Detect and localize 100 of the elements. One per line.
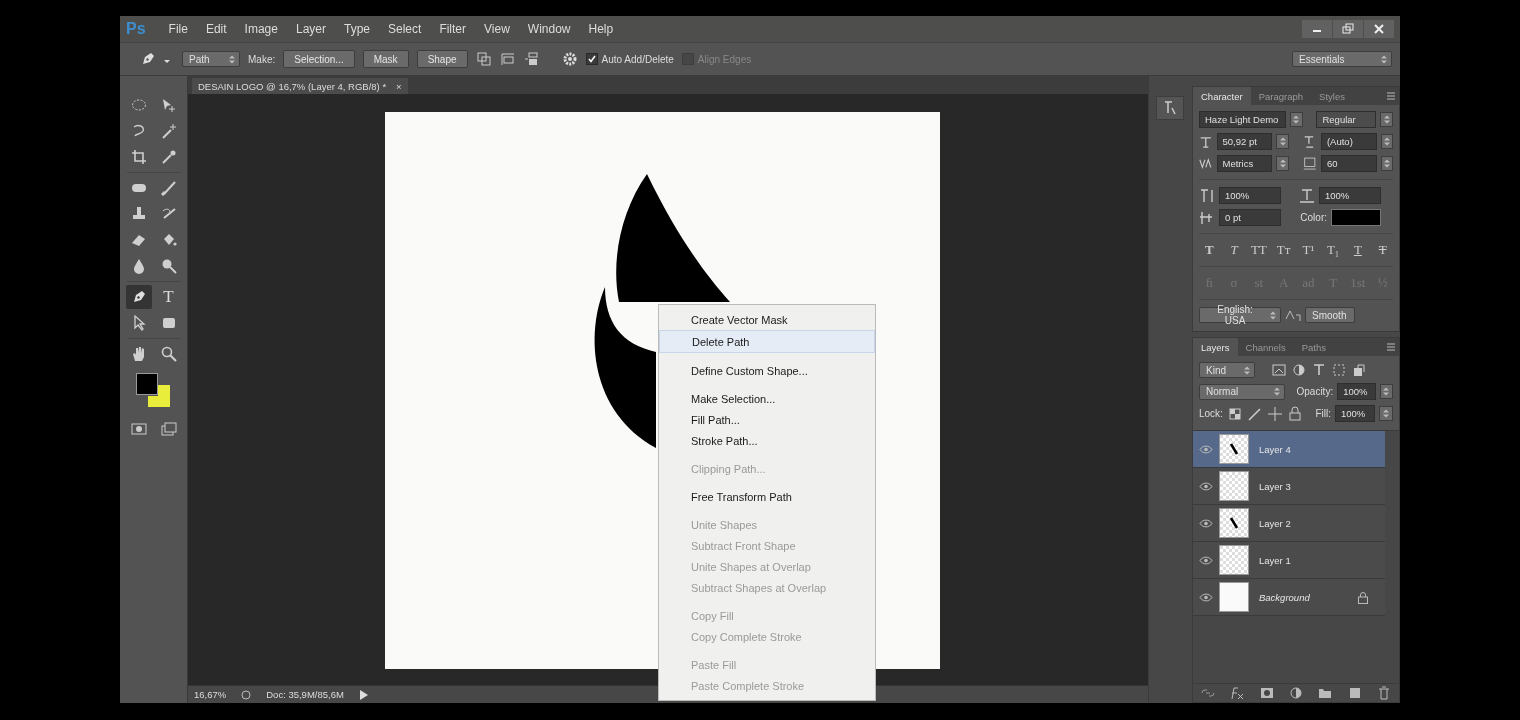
menu-item[interactable]: Image bbox=[235, 22, 287, 36]
zoom-level[interactable]: 16,67% bbox=[194, 689, 227, 700]
dropdown-button[interactable] bbox=[1276, 156, 1289, 171]
vertical-scale-icon[interactable] bbox=[1199, 187, 1215, 204]
menu-item[interactable]: Help bbox=[579, 22, 623, 36]
auto-add-delete-checkbox[interactable]: Auto Add/Delete bbox=[585, 53, 674, 65]
background-color-swatch[interactable] bbox=[147, 385, 170, 407]
mask-icon[interactable] bbox=[1258, 685, 1275, 701]
dropdown-button[interactable] bbox=[1380, 156, 1393, 171]
baseline-shift-field[interactable]: 0 pt bbox=[1219, 209, 1281, 226]
tracking-field[interactable]: 60 bbox=[1320, 155, 1377, 172]
menu-item[interactable]: Define Custom Shape... bbox=[659, 360, 875, 381]
mode-dropdown[interactable]: Path bbox=[182, 51, 240, 67]
italic-button[interactable]: T bbox=[1223, 241, 1245, 259]
subscript-button[interactable]: T₁ bbox=[1322, 241, 1344, 259]
minimize-button[interactable] bbox=[1302, 20, 1332, 38]
lock-brush-icon[interactable] bbox=[1246, 405, 1263, 422]
path-arrangement-icon[interactable] bbox=[523, 51, 540, 67]
play-icon[interactable] bbox=[357, 688, 370, 701]
menu-item[interactable]: Stroke Path... bbox=[659, 430, 875, 451]
horizontal-scale-field[interactable]: 100% bbox=[1319, 187, 1381, 204]
menu-item[interactable]: Type bbox=[335, 22, 379, 36]
horizontal-scale-icon[interactable] bbox=[1299, 187, 1315, 204]
tab-close[interactable]: × bbox=[396, 80, 402, 92]
menu-item[interactable]: Make Selection... bbox=[659, 388, 875, 409]
strikethrough-button[interactable]: T bbox=[1372, 241, 1393, 259]
adjustment-filter-icon[interactable] bbox=[1291, 362, 1307, 378]
menu-item[interactable]: Window bbox=[518, 22, 580, 36]
caps-button[interactable]: TT bbox=[1248, 241, 1270, 259]
dropdown-button[interactable] bbox=[1380, 112, 1393, 127]
menu-item[interactable]: Filter bbox=[430, 22, 476, 36]
menu-item[interactable]: Select bbox=[379, 22, 431, 36]
caret-icon[interactable] bbox=[164, 59, 170, 63]
eye-icon[interactable] bbox=[1199, 444, 1213, 454]
filter-dropdown[interactable]: Kind bbox=[1199, 362, 1255, 378]
make-button[interactable]: Selection... bbox=[283, 50, 355, 68]
layer-row[interactable]: Background bbox=[1193, 579, 1385, 616]
anti-aliasing-dropdown[interactable]: Smooth bbox=[1305, 307, 1355, 323]
gear-icon[interactable] bbox=[561, 51, 578, 67]
eye-icon[interactable] bbox=[1199, 518, 1213, 528]
eye-icon[interactable] bbox=[1199, 555, 1213, 565]
make-button[interactable]: Shape bbox=[416, 50, 468, 68]
restore-button[interactable] bbox=[1333, 20, 1363, 38]
eye-icon[interactable] bbox=[1199, 481, 1213, 491]
lock-transparency-icon[interactable] bbox=[1226, 405, 1243, 422]
opacity-field[interactable]: 100% bbox=[1337, 383, 1376, 400]
panel-tab[interactable]: Character bbox=[1193, 87, 1251, 105]
dropdown-button[interactable] bbox=[1290, 112, 1303, 127]
restore-icon[interactable] bbox=[1341, 22, 1355, 36]
menu-item[interactable]: File bbox=[159, 22, 197, 36]
dropdown-button[interactable] bbox=[1379, 384, 1393, 399]
panel-tab[interactable]: Paragraph bbox=[1250, 87, 1312, 105]
lock-icon[interactable] bbox=[1286, 405, 1303, 422]
panel-tab[interactable]: Styles bbox=[1311, 87, 1353, 105]
path-operations-icon[interactable] bbox=[475, 51, 492, 67]
menu-item[interactable]: Delete Path bbox=[659, 330, 875, 353]
panel-tab[interactable]: Layers bbox=[1193, 338, 1238, 356]
baseline-shift-icon[interactable] bbox=[1199, 209, 1215, 226]
menu-item[interactable]: Edit bbox=[196, 22, 236, 36]
menu-item[interactable]: Layer bbox=[286, 22, 335, 36]
underline-button[interactable]: T bbox=[1347, 241, 1369, 259]
dropdown-button[interactable] bbox=[1276, 134, 1289, 149]
leading-field[interactable]: (Auto) bbox=[1320, 133, 1377, 150]
layer-row[interactable]: Layer 3 bbox=[1193, 468, 1385, 505]
eye-icon[interactable] bbox=[1199, 592, 1213, 602]
type-tool[interactable]: T bbox=[155, 285, 182, 309]
layer-row[interactable]: Layer 4 bbox=[1193, 431, 1385, 468]
tracking-icon[interactable] bbox=[1303, 155, 1317, 172]
font-size-field[interactable]: 50,92 pt bbox=[1216, 133, 1273, 150]
make-button[interactable]: Mask bbox=[362, 50, 409, 68]
text-color-swatch[interactable] bbox=[1331, 209, 1381, 226]
close-icon[interactable] bbox=[1372, 22, 1386, 36]
panel-menu-icon[interactable] bbox=[1387, 342, 1395, 351]
language-dropdown[interactable]: English: USA bbox=[1199, 307, 1281, 323]
bold-button[interactable]: T bbox=[1199, 241, 1220, 259]
workspace-dropdown[interactable]: Essentials bbox=[1292, 51, 1392, 67]
dropdown-button[interactable] bbox=[1379, 406, 1393, 421]
panel-menu-icon[interactable] bbox=[1387, 91, 1395, 100]
adjustment-icon[interactable] bbox=[1287, 685, 1304, 701]
smart-object-filter-icon[interactable] bbox=[1351, 362, 1367, 378]
kerning-icon[interactable] bbox=[1199, 155, 1213, 172]
blend-mode-dropdown[interactable]: Normal bbox=[1199, 383, 1285, 400]
menu-item[interactable]: View bbox=[475, 22, 519, 36]
font-family-field[interactable]: Haze Light Demo bbox=[1199, 111, 1286, 128]
menu-item[interactable]: Fill Path... bbox=[659, 409, 875, 430]
menu-item[interactable]: Free Transform Path bbox=[659, 486, 875, 507]
panel-toggle-button[interactable] bbox=[1155, 96, 1184, 120]
kerning-field[interactable]: Metrics bbox=[1216, 155, 1273, 172]
layer-row[interactable]: Layer 2 bbox=[1193, 505, 1385, 542]
type-filter-icon[interactable] bbox=[1311, 362, 1327, 378]
menu-item[interactable]: Create Vector Mask bbox=[659, 309, 875, 330]
pen-icon[interactable] bbox=[140, 51, 156, 67]
close-button[interactable] bbox=[1364, 20, 1394, 38]
pixel-filter-icon[interactable] bbox=[1271, 362, 1287, 378]
vertical-scale-field[interactable]: 100% bbox=[1219, 187, 1281, 204]
dropdown-button[interactable] bbox=[1380, 134, 1393, 149]
pen-tool[interactable] bbox=[125, 285, 152, 309]
screen-mode-icon[interactable] bbox=[160, 421, 177, 437]
panel-tab[interactable]: Paths bbox=[1293, 338, 1334, 356]
small-caps-button[interactable]: Tт bbox=[1273, 241, 1294, 259]
